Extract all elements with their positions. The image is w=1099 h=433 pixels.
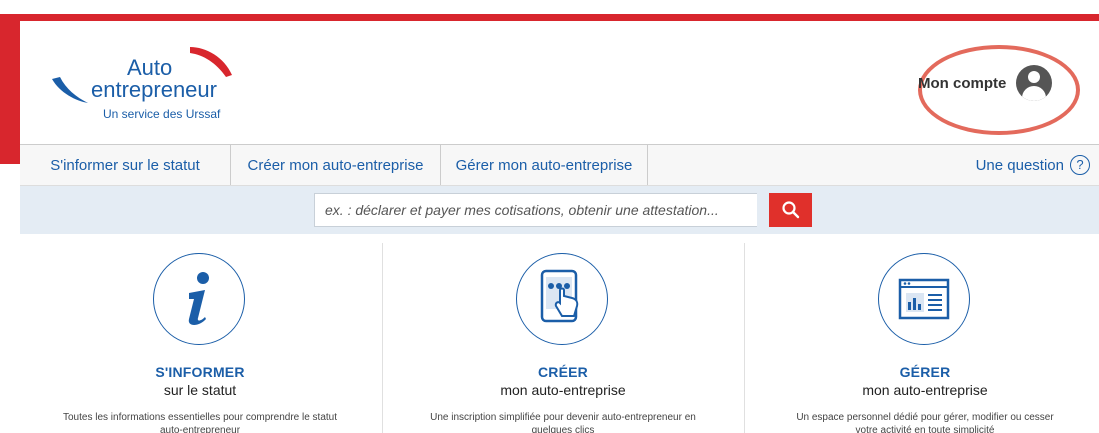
search-bar xyxy=(20,186,1099,234)
logo-text-entrepreneur: entrepreneur xyxy=(91,77,217,102)
question-label: Une question xyxy=(975,156,1064,174)
card-subtitle: mon auto-entreprise xyxy=(500,382,626,398)
nav-item-label: S'informer sur le statut xyxy=(50,156,200,174)
card-gerer[interactable]: GÉRER mon auto-entreprise Un espace pers… xyxy=(745,233,1099,433)
nav-item-informer[interactable]: S'informer sur le statut xyxy=(20,145,231,185)
card-subtitle: mon auto-entreprise xyxy=(862,382,988,398)
logo-tagline: Un service des Urssaf xyxy=(103,107,221,121)
logo-text-auto: Auto xyxy=(127,55,173,80)
page-container: Auto entrepreneur Un service des Urssaf … xyxy=(20,21,1099,433)
card-description: Un espace personnel dédié pour gérer, mo… xyxy=(796,412,1054,433)
card-subtitle: sur le statut xyxy=(163,382,237,398)
card-informer[interactable]: S'INFORMER sur le statut Toutes les info… xyxy=(20,233,380,433)
card-title: GÉRER xyxy=(899,364,951,380)
tablet-touch-icon xyxy=(516,253,608,345)
question-circle-icon: ? xyxy=(1070,155,1090,175)
card-description: Une inscription simplifiée pour devenir … xyxy=(430,412,696,433)
site-header: Auto entrepreneur Un service des Urssaf … xyxy=(20,21,1099,144)
card-title: S'INFORMER xyxy=(155,364,245,380)
search-button[interactable] xyxy=(769,193,812,227)
search-input[interactable] xyxy=(314,193,757,227)
info-icon xyxy=(153,253,245,345)
feature-cards: S'INFORMER sur le statut Toutes les info… xyxy=(20,233,1099,433)
user-avatar-icon xyxy=(1016,65,1053,101)
nav-item-label: Créer mon auto-entreprise xyxy=(247,156,424,174)
card-description: Toutes les informations essentielles pou… xyxy=(62,412,338,433)
search-icon xyxy=(781,201,799,219)
card-title: CRÉER xyxy=(537,364,588,380)
account-label: Mon compte xyxy=(918,74,1007,92)
dashboard-window-icon xyxy=(878,253,970,345)
question-link[interactable]: Une question ? xyxy=(976,145,1090,185)
nav-item-label: Gérer mon auto-entreprise xyxy=(455,156,633,174)
card-creer[interactable]: CRÉER mon auto-entreprise Une inscriptio… xyxy=(383,233,743,433)
account-button[interactable]: Mon compte xyxy=(918,65,1078,101)
nav-item-creer[interactable]: Créer mon auto-entreprise xyxy=(231,145,441,185)
logo[interactable]: Auto entrepreneur Un service des Urssaf xyxy=(48,41,248,131)
nav-item-gerer[interactable]: Gérer mon auto-entreprise xyxy=(441,145,648,185)
main-nav: S'informer sur le statut Créer mon auto-… xyxy=(20,144,1099,186)
